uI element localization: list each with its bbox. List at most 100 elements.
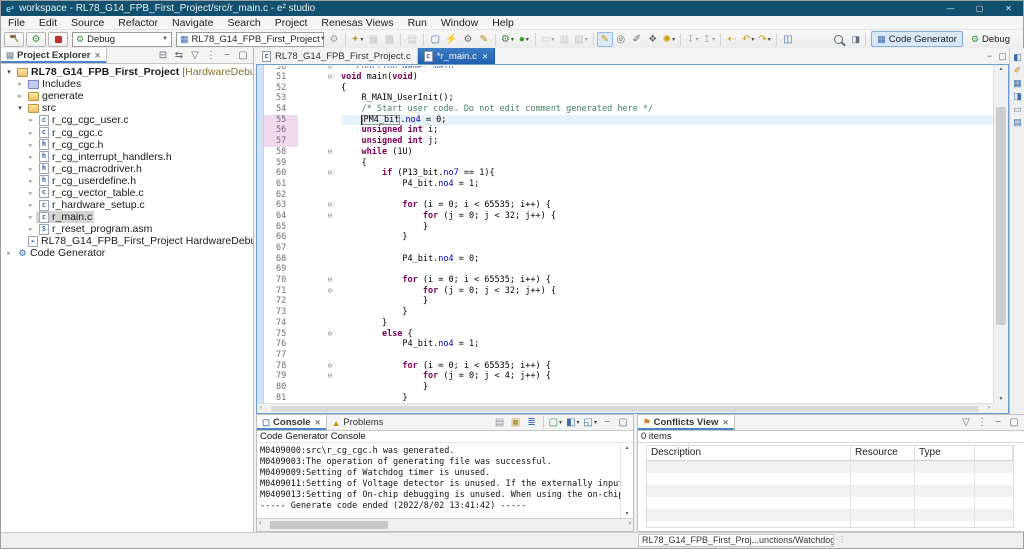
fold-collapse-icon[interactable]: ⊖	[319, 275, 341, 286]
menu-search[interactable]: Search	[220, 17, 267, 29]
debug-launch-button[interactable]: ⚙	[26, 31, 46, 47]
smart-configurator-icon[interactable]: ✎	[476, 32, 492, 47]
minimize-icon[interactable]: −	[990, 415, 1006, 430]
console-vertical-scrollbar[interactable]: ▲ ▼	[620, 444, 633, 518]
tab-project-explorer[interactable]: ▤ Project Explorer ✕	[1, 48, 107, 63]
back-icon[interactable]: ↶ ▾	[740, 32, 756, 47]
tree-item-rl78-g14-fpb-first-project-hardwaredebug-launch[interactable]: ▸RL78_G14_FPB_First_Project HardwareDebu…	[1, 235, 253, 247]
editor-vertical-scrollbar[interactable]: ▲ ▼	[993, 65, 1008, 403]
flashlight-icon[interactable]: ✺ ▾	[661, 32, 677, 47]
code-editor[interactable]: 50⊖ * Function Name: main51⊖void main(vo…	[256, 65, 1009, 414]
editor-tab--r-main-c[interactable]: c *r_main.c ✕	[417, 48, 496, 64]
menu-help[interactable]: Help	[485, 17, 521, 29]
highlight-icon[interactable]: ✎	[596, 31, 613, 47]
fold-collapse-icon[interactable]: ⊖	[319, 168, 341, 179]
menu-navigate[interactable]: Navigate	[165, 17, 220, 29]
tree-item-generate[interactable]: ▸ generate	[1, 90, 253, 102]
chevron-collapsed-icon[interactable]: ▸	[26, 225, 36, 233]
scroll-up-icon[interactable]: ▲	[621, 445, 633, 451]
build-button[interactable]	[4, 31, 24, 47]
column-header-description[interactable]: Description ˆ	[647, 446, 851, 460]
tree-item-r-reset-program-asm[interactable]: ▸ Sr_reset_program.asm	[1, 223, 253, 235]
close-icon[interactable]: ✕	[482, 52, 488, 61]
menu-project[interactable]: Project	[268, 17, 315, 29]
minimize-icon[interactable]: −	[983, 51, 996, 61]
tab-console[interactable]: ▢ Console ✕	[257, 415, 327, 430]
tree-item-code-generator[interactable]: ▸ ⚙ Code Generator	[1, 247, 253, 259]
tree-item-r-cg-cgc-c[interactable]: ▸ c r_cg_cgc.c	[1, 126, 253, 139]
last-edit-location-icon[interactable]: ⇠	[724, 32, 740, 47]
stop-button[interactable]	[48, 31, 68, 47]
filter-icon[interactable]: ▽	[187, 48, 203, 63]
print-icon[interactable]: ▤	[404, 32, 420, 47]
chevron-collapsed-icon[interactable]: ▸	[15, 92, 25, 100]
chevron-collapsed-icon[interactable]: ▸	[26, 153, 36, 161]
tree-item-includes[interactable]: ▸ Includes	[1, 78, 253, 90]
new-connection-icon[interactable]: ▭ ▾	[539, 32, 556, 47]
scrollbar-thumb[interactable]	[996, 107, 1006, 325]
chevron-collapsed-icon[interactable]: ▸	[26, 213, 36, 221]
code-generator-icon[interactable]: ⚙	[460, 32, 476, 47]
maximize-window-button[interactable]: ▢	[965, 1, 994, 16]
chevron-collapsed-icon[interactable]: ▸	[26, 189, 36, 197]
menu-edit[interactable]: Edit	[32, 17, 64, 29]
tree-item-r-cg-cgc-user-c[interactable]: ▸ c r_cg_cgc_user.c	[1, 114, 253, 126]
remove-launch-icon[interactable]: ▤	[492, 415, 508, 430]
minimized-view-icon-2[interactable]: ✐	[1011, 64, 1024, 77]
console-output[interactable]: M0409000:src\r_cg_cgc.h was generated. M0…	[257, 444, 620, 518]
scroll-right-icon[interactable]: ›	[629, 520, 631, 527]
chevron-expanded-icon[interactable]: ▾	[4, 68, 14, 76]
view-menu-icon[interactable]: ⋮	[203, 48, 219, 63]
io-registers-icon[interactable]: ▥	[556, 32, 572, 47]
close-window-button[interactable]: ✕	[994, 1, 1023, 16]
menu-source[interactable]: Source	[64, 17, 111, 29]
tab-problems[interactable]: ▲ Problems	[327, 415, 389, 430]
tree-item-r-cg-userdefine-h[interactable]: ▸ h r_cg_userdefine.h	[1, 175, 253, 187]
menu-renesas-views[interactable]: Renesas Views	[314, 17, 400, 29]
tree-item-rl78-g14-fpb-first-project[interactable]: ▾ RL78_G14_FPB_First_Project [HardwareDeb…	[1, 66, 253, 78]
scrollbar-thumb[interactable]	[271, 406, 979, 412]
minimized-view-icon-4[interactable]: ◨	[1011, 90, 1024, 103]
fold-collapse-icon[interactable]: ⊖	[319, 66, 341, 71]
open-console-icon[interactable]: ▢ ▾	[547, 415, 564, 430]
minimized-view-icon-6[interactable]: ▤	[1011, 116, 1024, 129]
display-console-icon[interactable]: ◧ ▾	[564, 415, 581, 430]
scroll-right-icon[interactable]: ›	[988, 404, 990, 413]
scroll-left-icon[interactable]: ‹	[260, 404, 262, 413]
menu-window[interactable]: Window	[434, 17, 485, 29]
chevron-collapsed-icon[interactable]: ▸	[26, 165, 36, 173]
save-icon[interactable]: ▦	[365, 32, 381, 47]
collapse-all-icon[interactable]: ⊟	[155, 48, 171, 63]
minimize-icon[interactable]: −	[219, 48, 235, 63]
scroll-down-icon[interactable]: ▼	[994, 396, 1008, 402]
new-wizard-icon[interactable]: ✦ ▾	[349, 32, 365, 47]
flash-programmer-icon[interactable]: ⚡	[443, 32, 459, 47]
console-horizontal-scrollbar[interactable]: ‹ ›	[257, 518, 633, 531]
minimized-view-icon-3[interactable]: ▦	[1011, 77, 1024, 90]
debug-configurations-icon[interactable]: ⚙ ▾	[499, 32, 516, 47]
scroll-lock-icon[interactable]: ▣	[508, 415, 524, 430]
menu-run[interactable]: Run	[401, 17, 434, 29]
open-perspective-icon[interactable]: ◨	[849, 34, 862, 45]
fold-collapse-icon[interactable]: ⊖	[319, 286, 341, 297]
perspective-debug[interactable]: ⚙ Debug	[965, 31, 1016, 47]
fold-collapse-icon[interactable]: ⊖	[319, 329, 341, 340]
chevron-collapsed-icon[interactable]: ▸	[26, 201, 36, 209]
chevron-collapsed-icon[interactable]: ▸	[15, 80, 25, 88]
launch-config-combo[interactable]: ▦ RL78_G14_FPB_First_Project ▼	[176, 31, 326, 47]
next-annotation-icon[interactable]: ↧ ▾	[684, 32, 700, 47]
close-icon[interactable]: ✕	[94, 51, 100, 60]
perspective-code-generator[interactable]: ▦ Code Generator	[871, 31, 963, 47]
close-icon[interactable]: ✕	[315, 418, 321, 427]
tree-item-r-cg-interrupt-handlers-h[interactable]: ▸ h r_cg_interrupt_handlers.h	[1, 151, 253, 163]
minimize-window-button[interactable]: —	[936, 1, 965, 16]
trace-icon[interactable]: ▧ ▾	[572, 32, 589, 47]
maximize-icon[interactable]: ▢	[996, 51, 1009, 62]
tree-item-r-hardware-setup-c[interactable]: ▸ c r_hardware_setup.c	[1, 199, 253, 211]
previous-annotation-icon[interactable]: ↥ ▾	[701, 32, 717, 47]
fold-collapse-icon[interactable]: ⊖	[319, 147, 341, 158]
chevron-collapsed-icon[interactable]: ▸	[26, 177, 36, 185]
maximize-icon[interactable]: ▢	[1006, 415, 1022, 430]
chevron-collapsed-icon[interactable]: ▸	[26, 141, 36, 149]
search-icon[interactable]	[834, 34, 844, 44]
